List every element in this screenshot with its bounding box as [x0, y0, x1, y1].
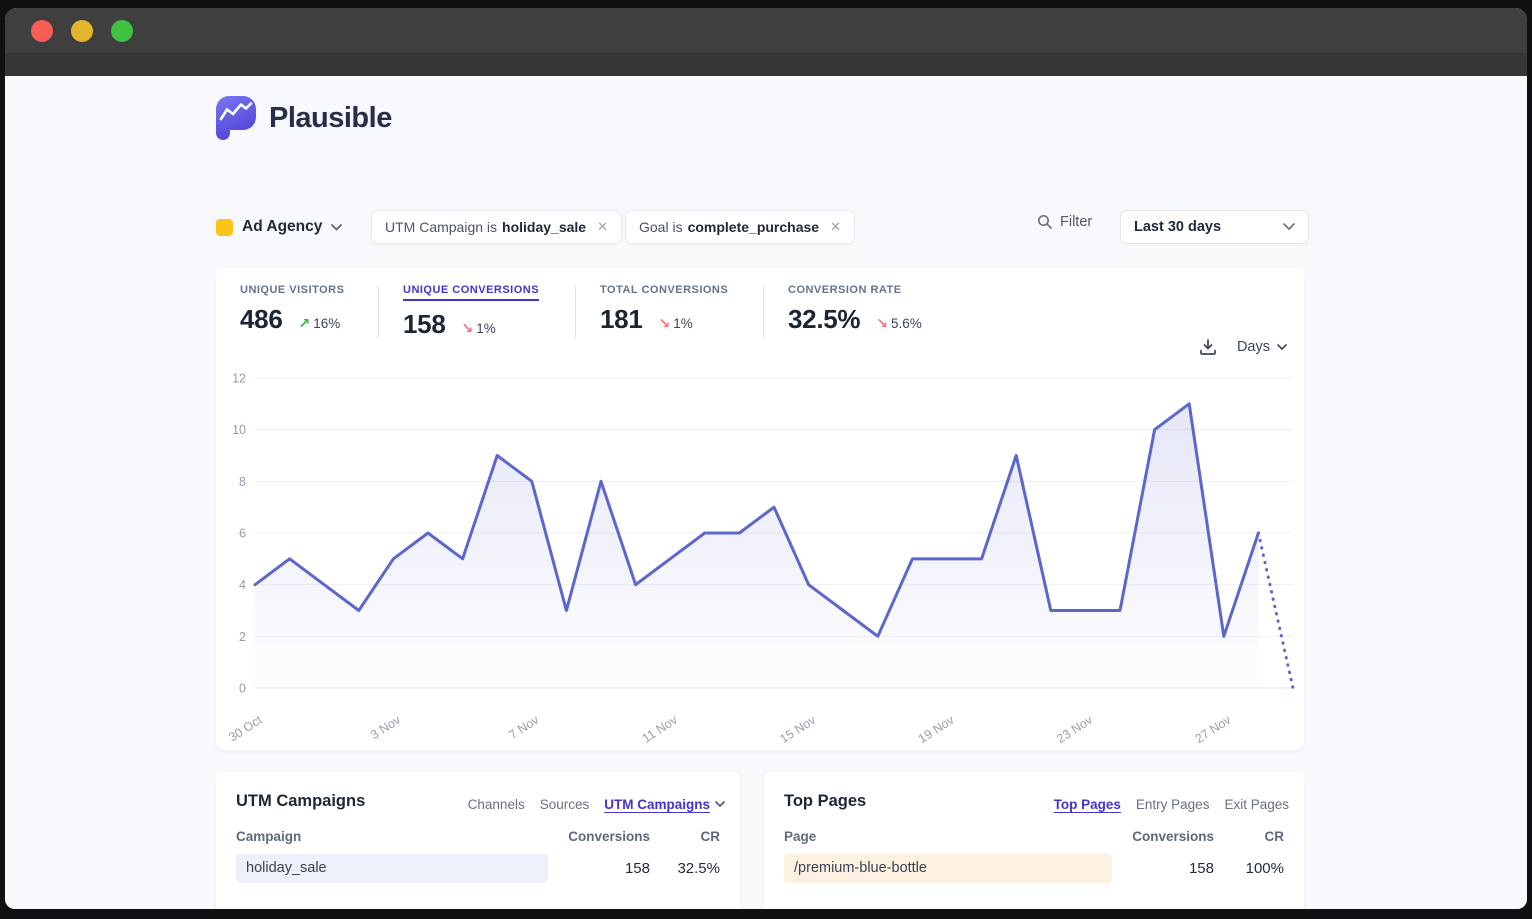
interval-label: Days [1237, 339, 1270, 355]
site-picker[interactable]: Ad Agency [216, 210, 342, 244]
chip-value: holiday_sale [502, 219, 586, 235]
chart-controls: Days [1199, 338, 1287, 356]
conversions-value: 158 [1130, 854, 1214, 883]
tab-sources[interactable]: Sources [540, 797, 590, 812]
browser-window: Plausible Ad Agency UTM Campaign is holi… [5, 8, 1527, 909]
trend-down-icon: ↘ [461, 320, 473, 337]
tab-top-pages[interactable]: Top Pages [1054, 797, 1121, 812]
stat-label: UNIQUE CONVERSIONS [403, 284, 539, 301]
search-icon [1037, 214, 1053, 230]
cr-value: 100% [1214, 854, 1284, 883]
svg-text:23 Nov: 23 Nov [1054, 712, 1095, 743]
page-path[interactable]: /premium-blue-bottle [784, 854, 1112, 883]
stat-label: UNIQUE VISITORS [240, 284, 344, 296]
remove-filter-icon[interactable]: ✕ [597, 219, 608, 235]
svg-text:27 Nov: 27 Nov [1193, 712, 1234, 743]
chip-prefix: UTM Campaign is [385, 219, 497, 235]
table-row[interactable]: /premium-blue-bottle 158 100% [784, 854, 1284, 883]
stat-conversion-rate[interactable]: CONVERSION RATE 32.5% ↘5.6% [788, 284, 922, 335]
filter-chip-goal[interactable]: Goal is complete_purchase ✕ [625, 210, 855, 244]
chip-prefix: Goal is [639, 219, 683, 235]
cr-value: 32.5% [650, 854, 720, 883]
svg-text:12: 12 [232, 372, 246, 386]
filter-button[interactable]: Filter [1037, 214, 1092, 230]
stat-label: TOTAL CONVERSIONS [600, 284, 728, 296]
stat-value: 486 [240, 304, 282, 335]
tab-channels[interactable]: Channels [468, 797, 525, 812]
stat-total-conversions[interactable]: TOTAL CONVERSIONS 181 ↘1% [600, 284, 728, 335]
stat-delta: 5.6% [891, 316, 922, 331]
top-pages-card: Top Pages Top Pages Entry Pages Exit Pag… [764, 772, 1304, 909]
stat-delta: 1% [476, 321, 496, 336]
conversions-line-chart[interactable]: 0 2 4 6 8 10 12 30 Oct 3 Nov 7 Nov 11 Nov 15 Nov 19 … [216, 368, 1304, 743]
trend-up-icon: ↗ [298, 315, 310, 332]
chevron-down-icon [1283, 223, 1295, 231]
chip-value: complete_purchase [688, 219, 820, 235]
table-header: Campaign Conversions CR [236, 829, 720, 844]
tab-exit-pages[interactable]: Exit Pages [1224, 797, 1289, 812]
close-window-icon[interactable] [31, 20, 53, 42]
plausible-logo: Plausible [216, 96, 392, 140]
svg-text:10: 10 [232, 423, 246, 437]
trend-down-icon: ↘ [876, 315, 888, 332]
site-name: Ad Agency [242, 218, 322, 236]
table-header: Page Conversions CR [784, 829, 1284, 844]
svg-text:6: 6 [239, 527, 246, 541]
maximize-window-icon[interactable] [111, 20, 133, 42]
svg-text:7 Nov: 7 Nov [506, 712, 542, 742]
stat-unique-visitors[interactable]: UNIQUE VISITORS 486 ↗16% [240, 284, 344, 335]
plausible-logo-icon [216, 96, 256, 140]
download-icon[interactable] [1199, 338, 1217, 356]
chevron-down-icon [331, 224, 342, 231]
svg-text:0: 0 [239, 682, 246, 696]
stat-divider [575, 286, 576, 338]
date-range-value: Last 30 days [1134, 219, 1221, 235]
stat-unique-conversions[interactable]: UNIQUE CONVERSIONS 158 ↘1% [403, 284, 539, 340]
stat-delta: 16% [313, 316, 340, 331]
table-row[interactable]: holiday_sale 158 32.5% [236, 854, 720, 883]
chevron-down-icon [715, 801, 725, 808]
pages-card-tabs: Top Pages Entry Pages Exit Pages [1054, 797, 1289, 812]
window-subbar [5, 53, 1527, 76]
campaign-name[interactable]: holiday_sale [236, 854, 548, 883]
svg-text:30 Oct: 30 Oct [226, 712, 265, 743]
visitors-graph-card: UNIQUE VISITORS 486 ↗16% UNIQUE CONVERSI… [216, 268, 1304, 750]
utm-campaigns-card: UTM Campaigns Channels Sources UTM Campa… [216, 772, 740, 909]
dashboard-page: Plausible Ad Agency UTM Campaign is holi… [5, 76, 1527, 909]
trend-down-icon: ↘ [658, 315, 670, 332]
svg-text:3 Nov: 3 Nov [368, 712, 404, 742]
minimize-window-icon[interactable] [71, 20, 93, 42]
filter-button-label: Filter [1060, 214, 1092, 230]
date-range-select[interactable]: Last 30 days [1120, 210, 1309, 244]
filter-chip-utm-campaign[interactable]: UTM Campaign is holiday_sale ✕ [371, 210, 622, 244]
stat-value: 32.5% [788, 304, 860, 335]
stat-label: CONVERSION RATE [788, 284, 922, 296]
chevron-down-icon [1277, 344, 1287, 351]
site-favicon [216, 219, 233, 236]
svg-text:2: 2 [239, 630, 246, 644]
window-titlebar [5, 8, 1527, 53]
stat-delta: 1% [673, 316, 693, 331]
svg-text:15 Nov: 15 Nov [777, 712, 818, 743]
conversions-value: 158 [566, 854, 650, 883]
utm-card-tabs: Channels Sources UTM Campaigns [468, 797, 725, 812]
svg-text:11 Nov: 11 Nov [640, 712, 681, 743]
stat-value: 181 [600, 304, 642, 335]
tab-utm-campaigns[interactable]: UTM Campaigns [604, 797, 725, 812]
tab-entry-pages[interactable]: Entry Pages [1136, 797, 1210, 812]
stat-value: 158 [403, 309, 445, 340]
stat-divider [763, 286, 764, 338]
brand-name: Plausible [269, 102, 392, 135]
svg-text:4: 4 [239, 578, 246, 592]
interval-select[interactable]: Days [1237, 339, 1287, 355]
svg-text:19 Nov: 19 Nov [916, 712, 957, 743]
stat-divider [378, 286, 379, 338]
remove-filter-icon[interactable]: ✕ [830, 219, 841, 235]
top-stats: UNIQUE VISITORS 486 ↗16% UNIQUE CONVERSI… [240, 284, 1280, 342]
svg-text:8: 8 [239, 475, 246, 489]
